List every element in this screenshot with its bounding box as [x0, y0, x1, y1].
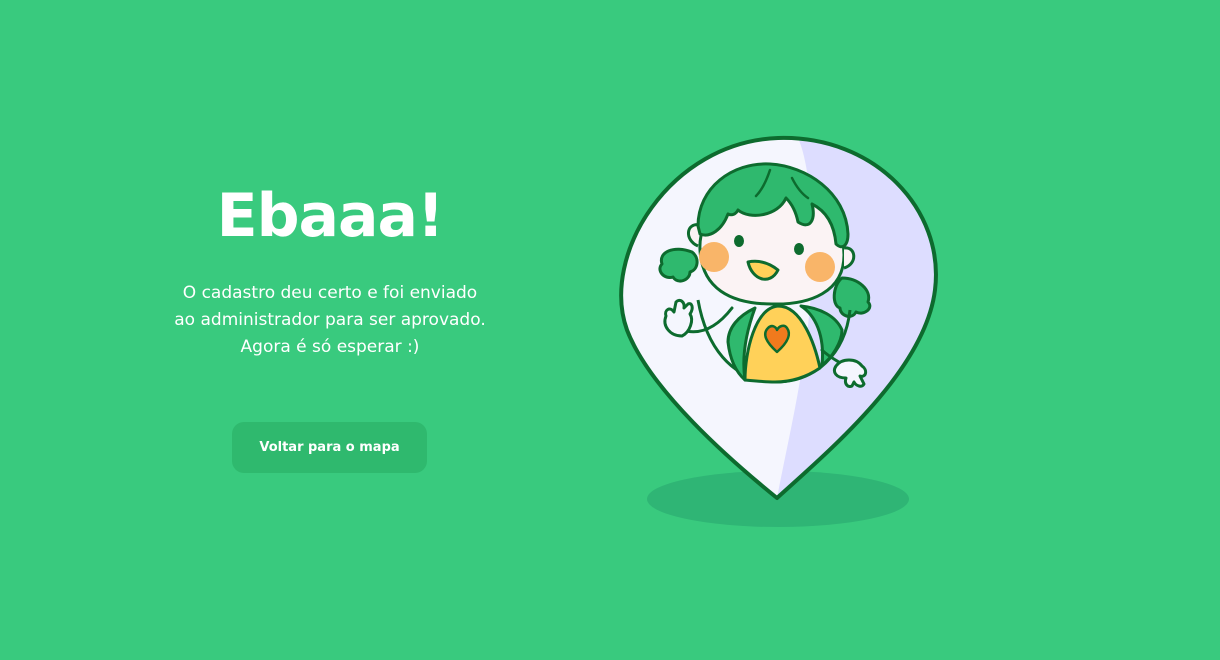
- message-line-1: O cadastro deu certo e foi enviado: [182, 283, 478, 303]
- girl-left-eye: [734, 235, 744, 247]
- back-to-map-button[interactable]: Voltar para o mapa: [232, 422, 427, 473]
- girl-left-cheek: [699, 242, 729, 272]
- message-line-2: ao administrador para ser aprovado.: [174, 310, 486, 331]
- girl-right-eye: [794, 243, 804, 255]
- success-message: O cadastro deu certo e foi enviado ao ad…: [150, 280, 510, 362]
- success-content: Ebaaa! O cadastro deu certo e foi enviad…: [150, 180, 510, 473]
- girl-right-cheek: [805, 252, 835, 282]
- message-line-3: Agora é só esperar :): [240, 337, 420, 358]
- page-title: Ebaaa!: [216, 181, 445, 251]
- map-pin-girl-illustration: [610, 130, 950, 540]
